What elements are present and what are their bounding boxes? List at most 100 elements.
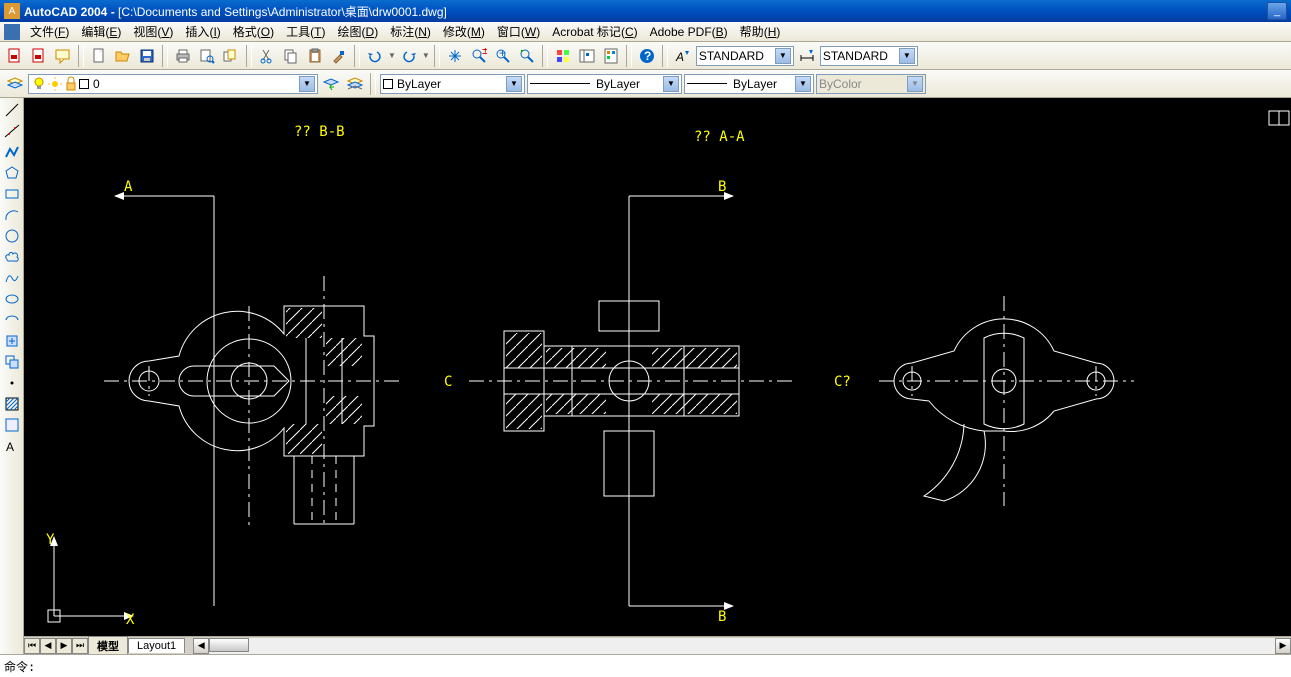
layer-manager-icon[interactable] — [4, 73, 26, 95]
layer-prev-icon[interactable] — [320, 73, 342, 95]
menu-window[interactable]: 窗口(W) — [491, 21, 546, 42]
menu-adobepdf[interactable]: Adobe PDF(B) — [644, 23, 734, 41]
chevron-down-icon: ▼ — [795, 76, 811, 92]
toolbar-layers-props: 0 ▼ ByLayer ▼ ByLayer ▼ ByLayer ▼ ByColo… — [0, 70, 1291, 98]
menu-edit[interactable]: 编辑(E) — [75, 21, 127, 42]
mtext-icon[interactable]: A — [2, 436, 22, 456]
menu-file[interactable]: 文件(F) — [24, 21, 75, 42]
tab-model[interactable]: 模型 — [88, 636, 128, 655]
publish-icon[interactable] — [220, 45, 242, 67]
xline-icon[interactable] — [2, 121, 22, 141]
pdf-icon[interactable] — [4, 45, 26, 67]
dimstyle-icon[interactable] — [796, 45, 818, 67]
tab-first-button[interactable]: ⏮ — [24, 638, 40, 654]
save-icon[interactable] — [136, 45, 158, 67]
chevron-down-icon: ▼ — [907, 76, 923, 92]
color-value: ByLayer — [397, 77, 441, 91]
chevron-down-icon: ▼ — [299, 76, 315, 92]
arc-icon[interactable] — [2, 205, 22, 225]
designcenter-icon[interactable] — [576, 45, 598, 67]
polyline-icon[interactable] — [2, 142, 22, 162]
label-c: C — [444, 374, 452, 390]
properties-icon[interactable] — [552, 45, 574, 67]
toolpalette-icon[interactable] — [600, 45, 622, 67]
open-icon[interactable] — [112, 45, 134, 67]
help-icon[interactable]: ? — [636, 45, 658, 67]
chevron-down-icon: ▼ — [506, 76, 522, 92]
tab-layout1[interactable]: Layout1 — [128, 638, 185, 653]
menu-draw[interactable]: 绘图(D) — [332, 21, 385, 42]
menu-insert[interactable]: 插入(I) — [179, 21, 226, 42]
tab-prev-button[interactable]: ◀ — [40, 638, 56, 654]
print-icon[interactable] — [172, 45, 194, 67]
textstyle-dropdown[interactable]: STANDARD ▼ — [696, 46, 794, 66]
plotstyle-dropdown: ByColor ▼ — [816, 74, 926, 94]
scroll-right-button[interactable]: ▶ — [1275, 638, 1291, 654]
menu-acrobat[interactable]: Acrobat 标记(C) — [546, 21, 643, 42]
menu-format[interactable]: 格式(O) — [227, 21, 280, 42]
line-icon[interactable] — [2, 100, 22, 120]
dimstyle-dropdown[interactable]: STANDARD ▼ — [820, 46, 918, 66]
make-block-icon[interactable] — [2, 352, 22, 372]
spline-icon[interactable] — [2, 268, 22, 288]
drawing-canvas[interactable]: ?? B-B ?? A-A A B B C C? — [24, 98, 1291, 636]
ellipse-icon[interactable] — [2, 289, 22, 309]
window-title: AutoCAD 2004 - [C:\Documents and Setting… — [24, 3, 1267, 20]
svg-text:A: A — [6, 440, 14, 454]
label-section-aa: ?? A-A — [694, 129, 745, 145]
scroll-track[interactable] — [209, 638, 1275, 654]
label-b-bot: B — [718, 609, 726, 625]
menu-help[interactable]: 帮助(H) — [734, 21, 787, 42]
menu-dim[interactable]: 标注(N) — [384, 21, 437, 42]
layer-color-swatch — [79, 79, 89, 89]
rectangle-icon[interactable] — [2, 184, 22, 204]
color-dropdown[interactable]: ByLayer ▼ — [380, 74, 525, 94]
menu-modify[interactable]: 修改(M) — [437, 21, 491, 42]
pdf-comment-icon[interactable] — [52, 45, 74, 67]
svg-text:A: A — [675, 50, 684, 64]
ellipse-arc-icon[interactable] — [2, 310, 22, 330]
menu-tools[interactable]: 工具(T) — [280, 21, 331, 42]
layer-dropdown[interactable]: 0 ▼ — [28, 74, 318, 94]
svg-text:?: ? — [644, 49, 651, 63]
lineweight-dropdown[interactable]: ByLayer ▼ — [684, 74, 814, 94]
zoom-window-icon[interactable]: + — [492, 45, 514, 67]
scroll-left-button[interactable]: ◀ — [193, 638, 209, 654]
circle-icon[interactable] — [2, 226, 22, 246]
titlebar: A AutoCAD 2004 - [C:\Documents and Setti… — [0, 0, 1291, 22]
hscrollbar[interactable]: ◀ ▶ — [193, 638, 1291, 654]
zoom-prev-icon[interactable] — [516, 45, 538, 67]
layer-name: 0 — [93, 77, 100, 91]
command-line[interactable]: 命令: — [0, 654, 1291, 677]
minimize-button[interactable]: _ — [1267, 2, 1287, 20]
scroll-thumb[interactable] — [209, 638, 249, 652]
revcloud-icon[interactable] — [2, 247, 22, 267]
region-icon[interactable] — [2, 415, 22, 435]
svg-text:+: + — [499, 48, 506, 60]
pan-icon[interactable] — [444, 45, 466, 67]
lock-icon — [63, 76, 79, 92]
undo-icon[interactable] — [364, 45, 386, 67]
hatch-icon[interactable] — [2, 394, 22, 414]
redo-icon[interactable] — [398, 45, 420, 67]
tab-next-button[interactable]: ▶ — [56, 638, 72, 654]
mdi-icon — [4, 24, 20, 40]
paste-icon[interactable] — [304, 45, 326, 67]
menu-view[interactable]: 视图(V) — [127, 21, 179, 42]
linetype-dropdown[interactable]: ByLayer ▼ — [527, 74, 682, 94]
textstyle-icon[interactable]: A — [672, 45, 694, 67]
linetype-value: ByLayer — [596, 77, 640, 91]
match-icon[interactable] — [328, 45, 350, 67]
cut-icon[interactable] — [256, 45, 278, 67]
copy-icon[interactable] — [280, 45, 302, 67]
new-icon[interactable] — [88, 45, 110, 67]
tab-last-button[interactable]: ⏭ — [72, 638, 88, 654]
layer-states-icon[interactable] — [344, 73, 366, 95]
preview-icon[interactable] — [196, 45, 218, 67]
point-icon[interactable] — [2, 373, 22, 393]
polygon-icon[interactable] — [2, 163, 22, 183]
insert-block-icon[interactable] — [2, 331, 22, 351]
label-y: Y — [46, 532, 55, 548]
pdf-icon-2[interactable] — [28, 45, 50, 67]
zoom-rt-icon[interactable]: ± — [468, 45, 490, 67]
